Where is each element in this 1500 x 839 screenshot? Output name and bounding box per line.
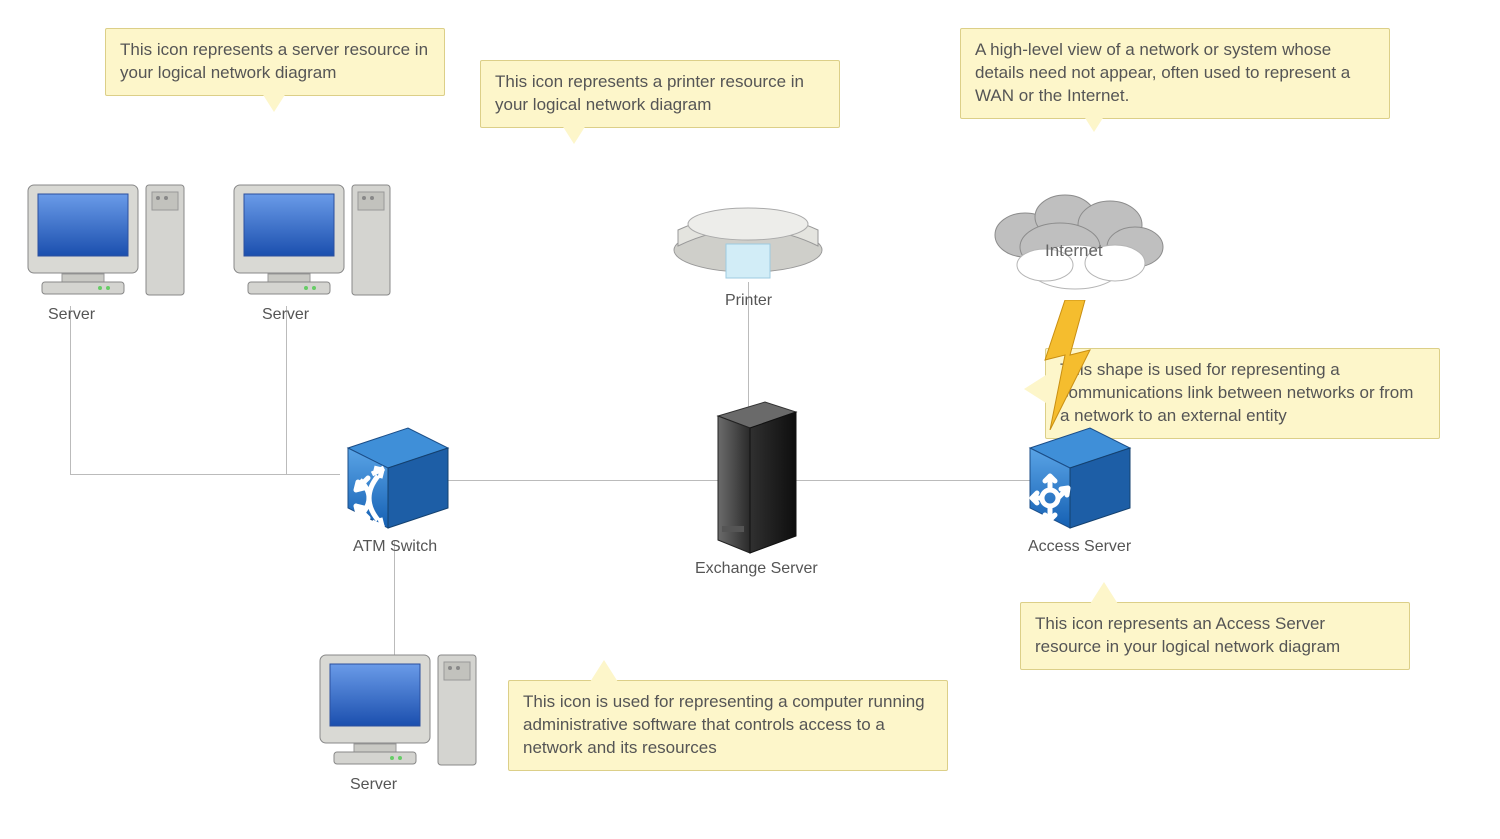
callout-access: This icon represents an Access Server re…	[1020, 602, 1410, 670]
atm-switch-icon	[338, 418, 458, 538]
connector	[286, 306, 287, 474]
printer-node	[668, 190, 828, 295]
server-node-3	[312, 650, 482, 780]
callout-printer-text: This icon represents a printer resource …	[495, 72, 804, 114]
atm-switch-label: ATM Switch	[353, 538, 437, 556]
exchange-server-label: Exchange Server	[695, 560, 818, 578]
connector	[394, 540, 395, 662]
internet-label: Internet	[1045, 241, 1103, 261]
callout-tail	[1090, 582, 1118, 604]
server-icon	[312, 650, 482, 775]
server-node-2	[226, 180, 396, 310]
callout-cloud: A high-level view of a network or system…	[960, 28, 1390, 119]
callout-tail	[260, 90, 288, 112]
callout-printer: This icon represents a printer resource …	[480, 60, 840, 128]
callout-tail	[1080, 110, 1108, 132]
server-node-1	[20, 180, 190, 310]
callout-tail	[590, 660, 618, 682]
callout-exchange: This icon is used for representing a com…	[508, 680, 948, 771]
exchange-server-node	[710, 398, 805, 563]
access-server-node	[1020, 418, 1140, 543]
callout-server-text: This icon represents a server resource i…	[120, 40, 428, 82]
server-icon	[20, 180, 190, 305]
connector	[440, 480, 720, 481]
callout-access-text: This icon represents an Access Server re…	[1035, 614, 1340, 656]
atm-switch-node	[338, 418, 458, 543]
access-server-icon	[1020, 418, 1140, 538]
callout-commlink-text: This shape is used for representing a co…	[1060, 360, 1413, 425]
server-icon	[226, 180, 396, 305]
lightning-link	[1040, 300, 1100, 435]
access-server-label: Access Server	[1028, 538, 1131, 556]
exchange-server-icon	[710, 398, 805, 558]
server-label-1: Server	[48, 306, 95, 324]
lightning-icon	[1040, 300, 1100, 430]
callout-exchange-text: This icon is used for representing a com…	[523, 692, 925, 757]
callout-cloud-text: A high-level view of a network or system…	[975, 40, 1350, 105]
server-label-2: Server	[262, 306, 309, 324]
connector	[70, 474, 340, 475]
printer-label: Printer	[725, 292, 772, 310]
connector	[70, 306, 71, 474]
server-label-3: Server	[350, 776, 397, 794]
callout-server: This icon represents a server resource i…	[105, 28, 445, 96]
callout-tail	[560, 122, 588, 144]
printer-icon	[668, 190, 828, 290]
